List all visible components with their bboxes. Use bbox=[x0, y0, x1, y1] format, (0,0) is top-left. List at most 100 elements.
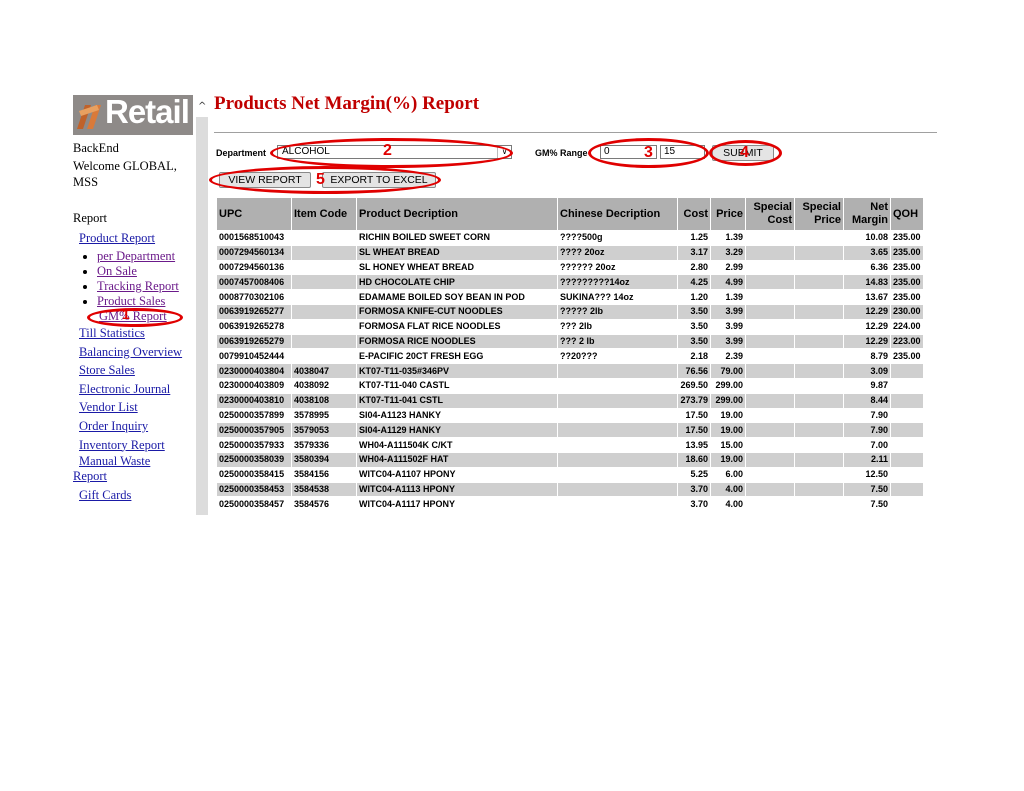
retail-logo-mark-icon bbox=[77, 105, 101, 129]
table-row: 0250000357933 3579336 WH04-A111504K C/KT 13… bbox=[217, 438, 923, 452]
table-row: 0250000358039 3580394 WH04-A111502F HAT 18.… bbox=[217, 452, 923, 467]
table-row: 0250000358415 3584156 WITC04-A1107 HPONY 5.… bbox=[217, 468, 923, 482]
table-row: 0063919265279 FORMOSA RICE NOODLES??? 2 l… bbox=[217, 334, 923, 349]
chevron-down-icon[interactable]: ∨ bbox=[497, 146, 511, 158]
table-row: 0250000358457 3584576 WITC04-A1117 HPONY 3.… bbox=[217, 497, 923, 511]
cell-chinese-description bbox=[558, 423, 677, 438]
export-to-excel-button[interactable]: EXPORT TO EXCEL bbox=[322, 172, 436, 188]
cell-special-cost bbox=[746, 393, 794, 408]
col-cost: Cost bbox=[678, 198, 710, 230]
cell-special-price bbox=[795, 334, 843, 349]
nav-manual-waste[interactable]: Manual Waste bbox=[79, 454, 196, 469]
link-gm-report[interactable]: GM% Report bbox=[99, 309, 196, 324]
nav-product-report[interactable]: Product Report bbox=[79, 230, 196, 247]
nav-electronic-journal[interactable]: Electronic Journal bbox=[79, 380, 196, 399]
nav-inventory-report[interactable]: Inventory Report bbox=[79, 436, 196, 455]
cell-special-price bbox=[795, 349, 843, 363]
cell-cost: 3.50 bbox=[678, 334, 710, 349]
table-row: 0250000358453 3584538 WITC04-A1113 HPONY 3.… bbox=[217, 482, 923, 497]
cell-special-price bbox=[795, 468, 843, 482]
cell-item-code bbox=[292, 290, 356, 304]
annotation-number-2: 2 bbox=[383, 142, 392, 159]
nav-store-sales[interactable]: Store Sales bbox=[79, 361, 196, 380]
cell-net-margin: 7.90 bbox=[870, 409, 888, 420]
cell-qoh bbox=[891, 468, 923, 482]
cell-item-code: 3584156 bbox=[294, 469, 330, 480]
cell-upc: 0007294560136 bbox=[219, 261, 285, 272]
cell-price: 19.00 bbox=[711, 423, 745, 438]
cell-chinese-description bbox=[558, 364, 677, 378]
col-qoh: QOH bbox=[891, 198, 923, 230]
cell-item-code bbox=[292, 245, 356, 260]
cell-product-description: SL HONEY WHEAT BREAD bbox=[359, 261, 475, 272]
cell-qoh bbox=[891, 409, 923, 423]
nav-till-statistics[interactable]: Till Statistics bbox=[79, 324, 196, 343]
cell-upc: 0063919265277 bbox=[217, 304, 291, 319]
department-select[interactable]: ALCOHOL ∨ bbox=[277, 145, 512, 159]
cell-cost: 18.60 bbox=[678, 452, 710, 467]
cell-upc: 0250000358457 bbox=[219, 498, 285, 509]
cell-item-code bbox=[292, 231, 356, 245]
cell-qoh: 224.00 bbox=[893, 321, 921, 332]
link-on-sale[interactable]: On Sale bbox=[97, 264, 137, 278]
cell-item-code bbox=[292, 334, 356, 349]
cell-qoh bbox=[891, 364, 923, 378]
cell-qoh: 235.00 bbox=[893, 232, 921, 243]
gm-range-max-input[interactable]: 15 bbox=[660, 145, 705, 159]
nav-balancing-overview[interactable]: Balancing Overview bbox=[79, 343, 196, 362]
cell-special-cost bbox=[746, 245, 794, 260]
cell-special-cost bbox=[746, 364, 794, 378]
link-product-sales[interactable]: Product Sales bbox=[97, 294, 165, 308]
cell-cost: 2.18 bbox=[690, 350, 708, 361]
cell-upc: 0007294560134 bbox=[217, 245, 291, 260]
report-heading: Report bbox=[73, 211, 108, 225]
cell-product-description: WH04-A111504K C/KT bbox=[359, 439, 453, 450]
nav-order-inquiry[interactable]: Order Inquiry bbox=[79, 417, 196, 436]
link-tracking-report[interactable]: Tracking Report bbox=[97, 279, 179, 293]
cell-net-margin: 14.83 bbox=[844, 275, 890, 290]
cell-special-cost bbox=[746, 275, 794, 290]
cell-special-price bbox=[795, 452, 843, 467]
cell-qoh bbox=[891, 497, 923, 511]
cell-price: 3.29 bbox=[711, 245, 745, 260]
view-report-button[interactable]: VIEW REPORT bbox=[219, 172, 311, 188]
cell-item-code: 3584538 bbox=[292, 482, 356, 497]
cell-upc: 0250000358415 bbox=[219, 469, 285, 480]
col-special-price: Special Price bbox=[795, 198, 843, 230]
cell-net-margin: 7.50 bbox=[870, 498, 888, 509]
cell-price: 4.00 bbox=[711, 482, 745, 497]
cell-net-margin: 2.11 bbox=[844, 452, 890, 467]
nav-gift-cards[interactable]: Gift Cards bbox=[79, 486, 196, 505]
link-per-department[interactable]: per Department bbox=[97, 249, 175, 263]
cell-upc: 0008770302106 bbox=[219, 291, 285, 302]
collapse-chevron-up-icon[interactable]: ^ bbox=[198, 101, 206, 112]
cell-cost: 76.56 bbox=[678, 364, 710, 378]
table-row: 0007294560136 SL HONEY WHEAT BREAD ?????? … bbox=[217, 261, 923, 275]
cell-item-code: 4038092 bbox=[294, 380, 330, 391]
cell-cost: 3.17 bbox=[678, 245, 710, 260]
cell-qoh bbox=[891, 379, 923, 393]
cell-qoh: 235.00 bbox=[893, 291, 921, 302]
cell-price: 3.99 bbox=[711, 304, 745, 319]
sidebar: Retail BackEnd Welcome GLOBAL, MSS Repor… bbox=[73, 95, 196, 505]
cell-product-description: KT07-T11-041 CSTL bbox=[357, 393, 557, 408]
table-row: 0007294560134 SL WHEAT BREAD???? 20oz 3.17… bbox=[217, 245, 923, 260]
table-row: 0001568510043 RICHIN BOILED SWEET CORN???… bbox=[217, 231, 923, 245]
cell-chinese-description: ??? 2lb bbox=[560, 321, 592, 332]
cell-qoh: 235.00 bbox=[893, 261, 921, 272]
table-row: 0250000357905 3579053 SI04-A1129 HANKY 17.5… bbox=[217, 423, 923, 438]
cell-product-description: EDAMAME BOILED SOY BEAN IN POD bbox=[359, 291, 525, 302]
cell-chinese-description bbox=[558, 482, 677, 497]
cell-special-price bbox=[795, 275, 843, 290]
nav-manual-waste-report[interactable]: Report bbox=[73, 469, 196, 484]
cell-cost: 13.95 bbox=[685, 439, 708, 450]
cell-net-margin: 7.00 bbox=[870, 439, 888, 450]
cell-qoh bbox=[891, 438, 923, 452]
cell-upc: 0230000403804 bbox=[217, 364, 291, 378]
cell-price: 299.00 bbox=[711, 393, 745, 408]
nav-vendor-list[interactable]: Vendor List bbox=[79, 398, 196, 417]
sidebar-divider-scrollbar[interactable] bbox=[196, 117, 208, 515]
page-title: Products Net Margin(%) Report bbox=[214, 93, 480, 114]
cell-qoh: 235.00 bbox=[891, 245, 923, 260]
annotation-number-1: 1 bbox=[122, 306, 130, 322]
